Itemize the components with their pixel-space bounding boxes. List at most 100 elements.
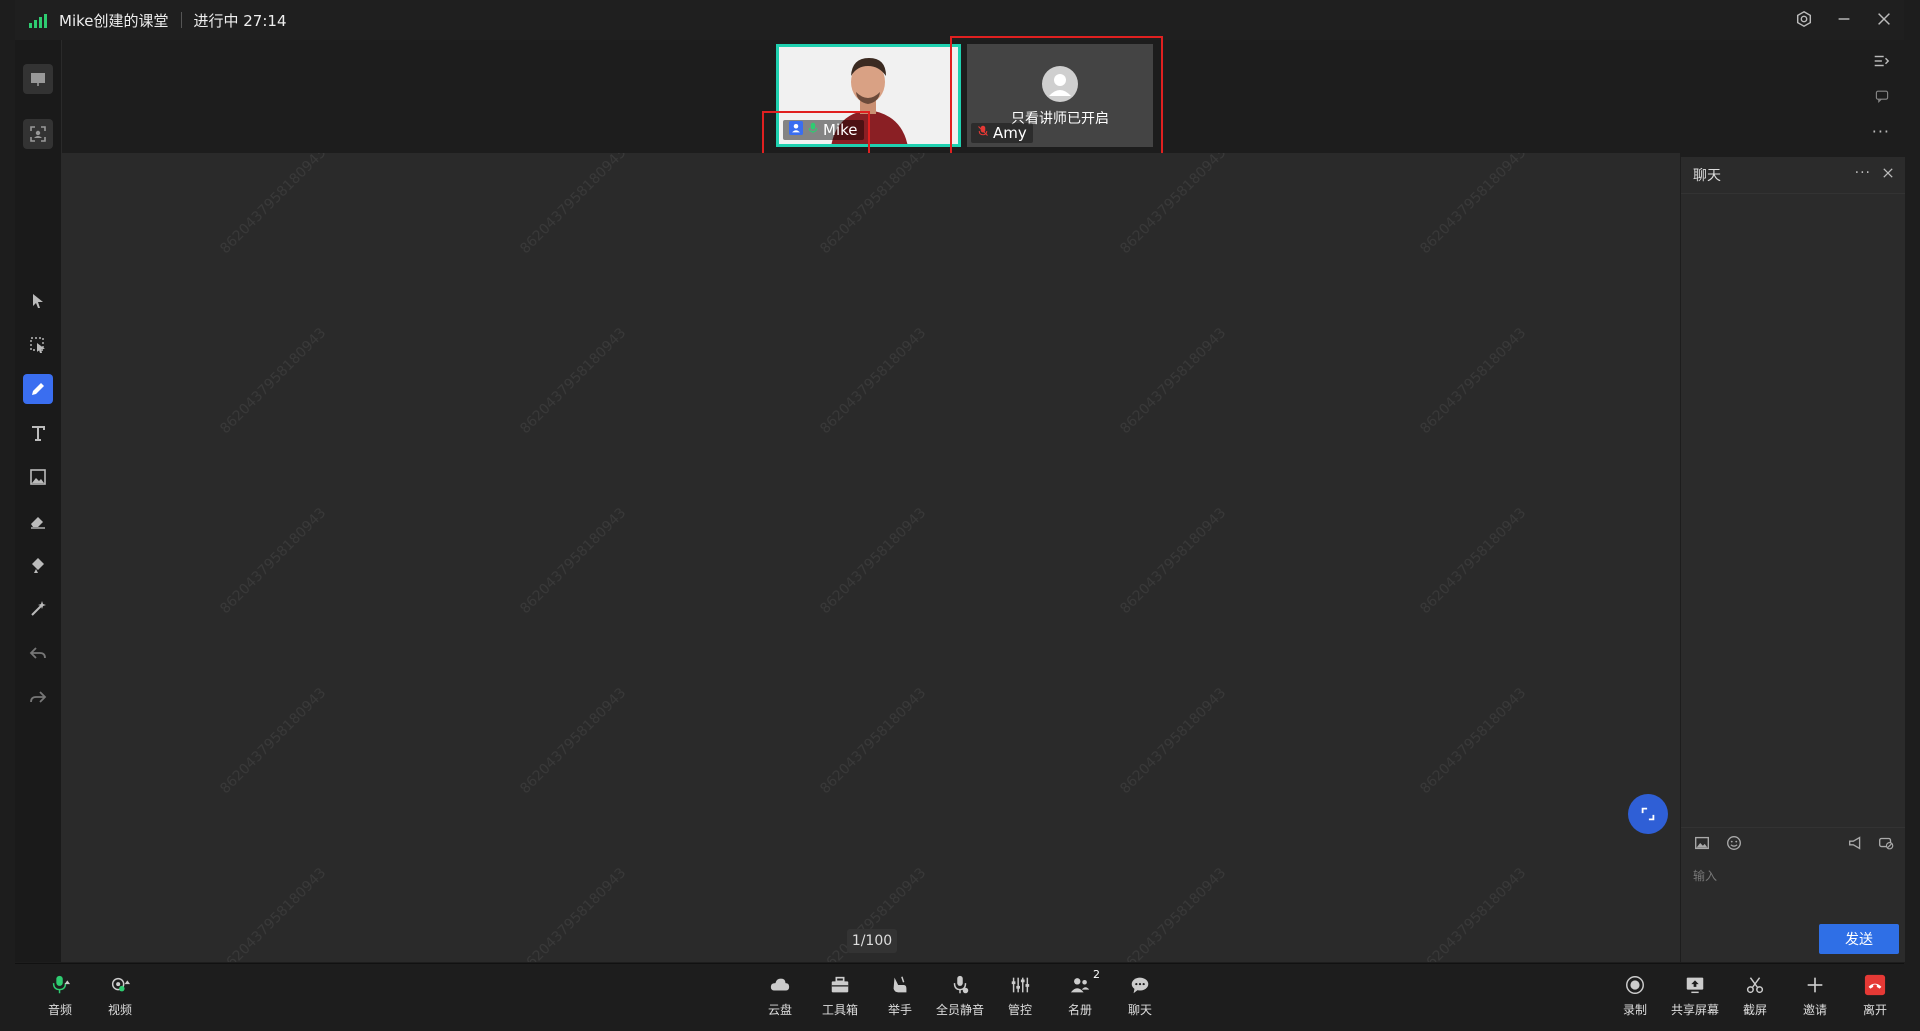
- chat-header: 聊天 ···: [1681, 157, 1905, 194]
- settings-icon[interactable]: [1794, 10, 1814, 30]
- button-label: 音频: [47, 1003, 72, 1017]
- more-icon[interactable]: ···: [1872, 122, 1890, 141]
- button-label: 聊天: [1127, 1003, 1152, 1017]
- announcement-icon[interactable]: [1847, 834, 1865, 856]
- annotation-box: [762, 111, 870, 155]
- select-icon[interactable]: [23, 330, 53, 360]
- pointer-icon[interactable]: [23, 286, 53, 316]
- emoji-icon[interactable]: [1725, 834, 1743, 856]
- leave-icon: [1864, 974, 1886, 996]
- button-label: 举手: [887, 1003, 912, 1017]
- session-status: 进行中 27:14: [193, 11, 287, 30]
- watermark: 8620437958180943: [1417, 684, 1530, 798]
- watermark: 8620437958180943: [517, 864, 630, 962]
- image-icon[interactable]: [1693, 834, 1711, 856]
- leave-button[interactable]: 离开: [1845, 974, 1905, 1018]
- watermark: 8620437958180943: [517, 684, 630, 798]
- chat-bubble-icon[interactable]: [1874, 88, 1890, 108]
- camera-icon: [111, 977, 131, 992]
- chat-title: 聊天: [1693, 168, 1721, 184]
- roster-count-badge: 2: [1093, 968, 1100, 981]
- chat-button[interactable]: 聊天: [1110, 974, 1170, 1018]
- record-icon: [1626, 976, 1644, 994]
- watermark: 8620437958180943: [1417, 153, 1530, 258]
- controls-button[interactable]: 管控: [990, 974, 1050, 1018]
- watermark: 8620437958180943: [1117, 504, 1230, 618]
- watermark: 8620437958180943: [217, 864, 330, 962]
- watermark: 8620437958180943: [817, 153, 930, 258]
- watermark: 8620437958180943: [1117, 684, 1230, 798]
- toolbox-button[interactable]: 工具箱: [810, 974, 870, 1018]
- controls-icon: [1011, 977, 1030, 993]
- share-screen-button[interactable]: 共享屏幕: [1665, 974, 1725, 1018]
- button-label: 离开: [1862, 1003, 1887, 1017]
- room-title: Mike创建的课堂: [59, 11, 169, 30]
- watermark: 8620437958180943: [817, 684, 930, 798]
- watermark: 8620437958180943: [517, 153, 630, 258]
- screenshot-icon: [1746, 977, 1764, 994]
- button-label: 邀请: [1802, 1003, 1827, 1017]
- button-label: 录制: [1622, 1003, 1647, 1017]
- redo-icon[interactable]: [23, 682, 53, 712]
- annotation-box: [950, 36, 1163, 156]
- pen-icon[interactable]: [23, 374, 53, 404]
- fill-icon[interactable]: [23, 550, 53, 580]
- watermark: 8620437958180943: [217, 324, 330, 438]
- watermark: 8620437958180943: [1117, 324, 1230, 438]
- watermark: 8620437958180943: [517, 324, 630, 438]
- whiteboard-canvas[interactable]: 8620437958180943 8620437958180943 862043…: [62, 153, 1680, 962]
- button-label: 共享屏幕: [1670, 1003, 1719, 1017]
- button-label: 工具箱: [821, 1003, 858, 1017]
- roster-icon: [1070, 978, 1090, 993]
- roster-button[interactable]: 2 名册: [1050, 968, 1110, 1018]
- watermark: 8620437958180943: [1117, 864, 1230, 962]
- cloud-drive-button[interactable]: 云盘: [750, 974, 810, 1018]
- whiteboard-toolbar: [15, 40, 62, 962]
- undo-icon[interactable]: [23, 638, 53, 668]
- chat-input[interactable]: 输入: [1693, 867, 1717, 884]
- watermark: 8620437958180943: [1117, 153, 1230, 258]
- chat-icon: [1131, 977, 1149, 994]
- watermark: 8620437958180943: [517, 504, 630, 618]
- invite-icon: [1807, 977, 1823, 993]
- watermark: 8620437958180943: [817, 324, 930, 438]
- chat-panel: 聊天 ··· 输入 发送: [1681, 157, 1905, 962]
- fullscreen-button[interactable]: [1628, 794, 1668, 834]
- invite-button[interactable]: 邀请: [1785, 974, 1845, 1018]
- magic-wand-icon[interactable]: [23, 594, 53, 624]
- video-button[interactable]: 视频: [90, 974, 150, 1018]
- mic-icon: [52, 975, 71, 994]
- toolbox-icon: [831, 976, 849, 993]
- button-label: 名册: [1067, 1003, 1092, 1017]
- button-label: 管控: [1007, 1003, 1032, 1017]
- watermark: 8620437958180943: [217, 153, 330, 258]
- eraser-icon[interactable]: [23, 506, 53, 536]
- record-button[interactable]: 录制: [1605, 974, 1665, 1018]
- minimize-icon[interactable]: [1834, 10, 1854, 30]
- screen-capture-icon[interactable]: [23, 119, 53, 149]
- close-icon[interactable]: [1874, 10, 1894, 30]
- mute-all-icon: [953, 975, 969, 994]
- share-screen-icon: [1686, 977, 1704, 994]
- watermark: 8620437958180943: [217, 504, 330, 618]
- page-counter: 1/100: [847, 929, 897, 953]
- expand-icon: [1641, 807, 1655, 821]
- button-label: 云盘: [767, 1003, 792, 1017]
- text-icon[interactable]: [23, 418, 53, 448]
- slides-icon[interactable]: [23, 64, 53, 94]
- more-icon[interactable]: ···: [1855, 165, 1871, 181]
- audio-button[interactable]: 音频: [30, 974, 90, 1018]
- button-label: 视频: [107, 1003, 132, 1017]
- screenshot-button[interactable]: 截屏: [1725, 974, 1785, 1018]
- watermark: 8620437958180943: [817, 504, 930, 618]
- mute-all-button[interactable]: 全员静音: [930, 974, 990, 1018]
- mute-chat-icon[interactable]: [1877, 834, 1895, 856]
- close-chat-icon[interactable]: [1881, 166, 1895, 184]
- hand-icon: [893, 976, 907, 993]
- raise-hand-button[interactable]: 举手: [870, 974, 930, 1018]
- watermark: 8620437958180943: [1417, 324, 1530, 438]
- cloud-icon: [770, 978, 790, 991]
- send-button[interactable]: 发送: [1819, 924, 1899, 954]
- image-icon[interactable]: [23, 462, 53, 492]
- collapse-panel-icon[interactable]: [1872, 52, 1890, 74]
